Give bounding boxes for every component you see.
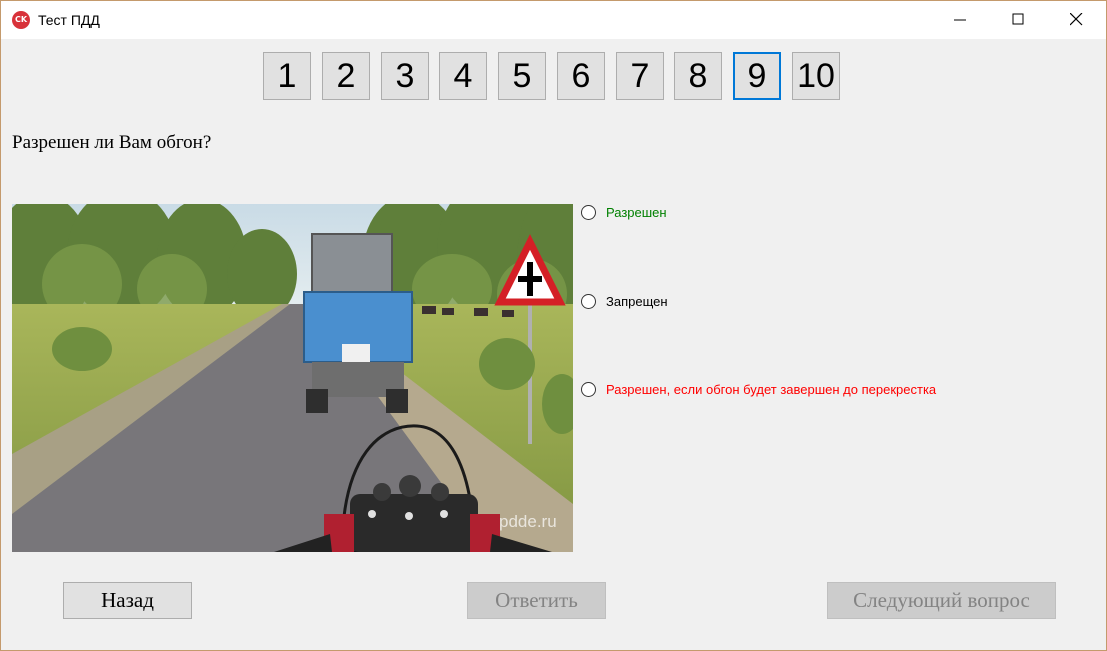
answer-label: Разрешен <box>606 205 667 220</box>
answer-label: Разрешен, если обгон будет завершен до п… <box>606 382 937 397</box>
answer-label: Запрещен <box>606 294 668 309</box>
question-nav-4[interactable]: 4 <box>439 52 487 100</box>
answer-button[interactable]: Ответить <box>467 582 606 619</box>
answer-radio[interactable] <box>581 294 596 309</box>
question-nav-1[interactable]: 1 <box>263 52 311 100</box>
question-nav-9[interactable]: 9 <box>733 52 781 100</box>
close-button[interactable] <box>1048 1 1106 39</box>
back-button[interactable]: Назад <box>63 582 192 619</box>
maximize-icon <box>1012 13 1024 25</box>
title-bar: CK Тест ПДД <box>1 1 1106 39</box>
question-nav-10[interactable]: 10 <box>792 52 840 100</box>
close-icon <box>1070 13 1083 26</box>
app-logo-icon: CK <box>12 11 30 29</box>
question-nav-6[interactable]: 6 <box>557 52 605 100</box>
minimize-icon <box>954 19 966 21</box>
road-scene-image: pdde.ru <box>12 204 573 552</box>
app-window: CK Тест ПДД 1 2 3 4 5 6 7 8 9 10 Разреше… <box>0 0 1107 651</box>
question-nav-5[interactable]: 5 <box>498 52 546 100</box>
question-nav-2[interactable]: 2 <box>322 52 370 100</box>
next-question-button[interactable]: Следующий вопрос <box>827 582 1056 619</box>
answer-radio[interactable] <box>581 382 596 397</box>
maximize-button[interactable] <box>990 1 1048 39</box>
minimize-button[interactable] <box>932 1 990 39</box>
window-title: Тест ПДД <box>38 12 100 28</box>
question-text: Разрешен ли Вам обгон? <box>12 132 212 153</box>
question-nav-7[interactable]: 7 <box>616 52 664 100</box>
watermark: pdde.ru <box>499 512 557 531</box>
question-image: pdde.ru <box>12 204 573 552</box>
question-nav-3[interactable]: 3 <box>381 52 429 100</box>
answer-radio[interactable] <box>581 205 596 220</box>
question-nav-8[interactable]: 8 <box>674 52 722 100</box>
